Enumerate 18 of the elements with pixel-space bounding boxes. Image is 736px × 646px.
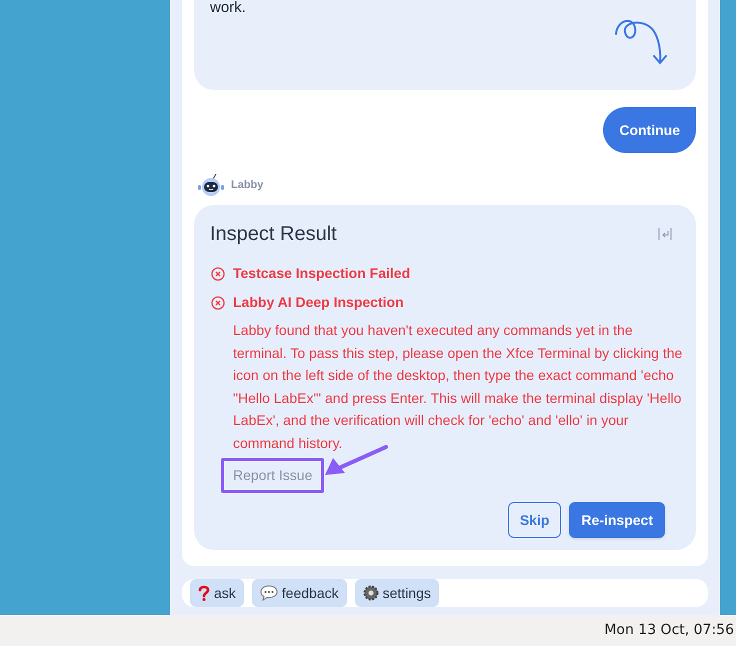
robot-avatar-icon [197,173,225,197]
reinspect-button[interactable]: Re-inspect [569,502,665,538]
continue-button[interactable]: Continue [603,107,696,153]
speech-bubble-icon [260,585,278,601]
wrap-toggle-icon[interactable] [658,227,672,241]
message-text: work. [210,0,246,16]
card-title: Inspect Result [210,222,337,247]
clock[interactable]: Mon 13 Oct, 07:56 [604,620,734,641]
check-label: Testcase Inspection Failed [233,264,410,283]
skip-button[interactable]: Skip [508,502,562,538]
question-mark-icon [198,585,210,601]
toolbar-button[interactable]: settings [354,579,439,607]
inspection-detail: Labby found that you haven't executed any commands yet in the terminal. To pass this step, please open the Xfce Terminal by clicking the icon on the left side of the desktop, then type the exact command 'echo "Hello LabEx"' and press Enter. This will make the terminal display 'Hello LabEx', and the verification will check for 'echo' and 'ello' in your command history. [233,321,684,453]
toolbar-button[interactable]: feedback [252,579,347,607]
check-label: Labby AI Deep Inspection [233,293,404,312]
toolbar-button[interactable]: ask [190,579,244,607]
gear-icon [362,585,379,601]
assistant-name: Labby [231,178,264,193]
